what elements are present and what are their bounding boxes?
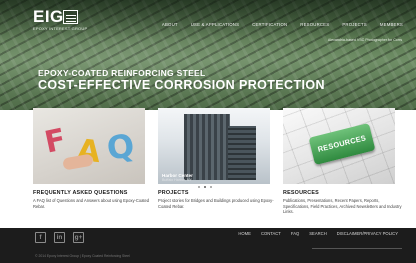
card-title-faq[interactable]: FREQUENTLY ASKED QUESTIONS [33,190,128,196]
footer-link-home[interactable]: HOME [238,231,251,236]
hero-title: COST-EFFECTIVE CORROSION PROTECTION [38,78,325,92]
nav-item-resources[interactable]: RESOURCES [300,22,329,30]
photo-credit: Alexandria-based VSC Photographer for Co… [327,38,402,42]
main-nav: ABOUT USE & APPLICATIONS CERTIFICATION R… [149,22,403,30]
logo-mark-icon [63,10,78,24]
nav-item-certification[interactable]: CERTIFICATION [252,22,287,30]
footer-link-search[interactable]: SEARCH [309,231,326,236]
facebook-icon[interactable]: f [35,232,46,243]
footer-link-faq[interactable]: FAQ [291,231,299,236]
faq-image[interactable]: F A Q [33,108,145,184]
logo-tagline: EPOXY INTEREST GROUP [33,26,88,31]
card-desc-projects: Project stories for Bridges and Building… [158,198,274,209]
nav-item-members[interactable]: MEMBERS [380,22,403,30]
copyright: © 2014 Epoxy Interest Group | Epoxy Coat… [35,254,130,258]
carousel-dot-active[interactable] [204,186,206,188]
footer-link-contact[interactable]: CONTACT [261,231,281,236]
projects-image[interactable]: Harbor Center Buffalo Harbor, NY [158,108,270,184]
logo-text: EIG [33,7,64,26]
social-links: f in g+ [35,232,84,243]
projects-image-caption: Harbor Center Buffalo Harbor, NY [162,173,266,182]
carousel-dot[interactable] [210,186,212,188]
nav-item-use-applications[interactable]: USE & APPLICATIONS [191,22,239,30]
card-desc-resources: Publications, Presentations, Recent Pape… [283,198,402,215]
carousel-dots [198,186,212,188]
building-annex-icon [228,126,256,180]
footer-nav: HOME CONTACT FAQ SEARCH DISCLAIMER/PRIVA… [228,231,398,236]
faq-letter-f: F [41,122,69,161]
footer-divider [312,248,402,249]
hero-subtitle: EPOXY-COATED REINFORCING STEEL [38,68,206,78]
nav-item-about[interactable]: ABOUT [162,22,178,30]
card-title-projects[interactable]: PROJECTS [158,190,189,196]
google-plus-icon[interactable]: g+ [73,232,84,243]
caption-subtitle: Buffalo Harbor, NY [162,178,192,182]
faq-letter-q: Q [104,126,137,168]
linkedin-icon[interactable]: in [54,232,65,243]
card-title-resources[interactable]: RESOURCES [283,190,319,196]
carousel-dot[interactable] [198,186,200,188]
nav-item-projects[interactable]: PROJECTS [342,22,367,30]
footer-link-disclaimer[interactable]: DISCLAIMER/PRIVACY POLICY [337,231,398,236]
resources-key-label: RESOURCES [316,133,367,154]
building-icon [184,114,230,180]
resources-image[interactable]: RESOURCES [283,108,395,184]
card-desc-faq: A FAQ list of Questions and Answers abou… [33,198,150,209]
